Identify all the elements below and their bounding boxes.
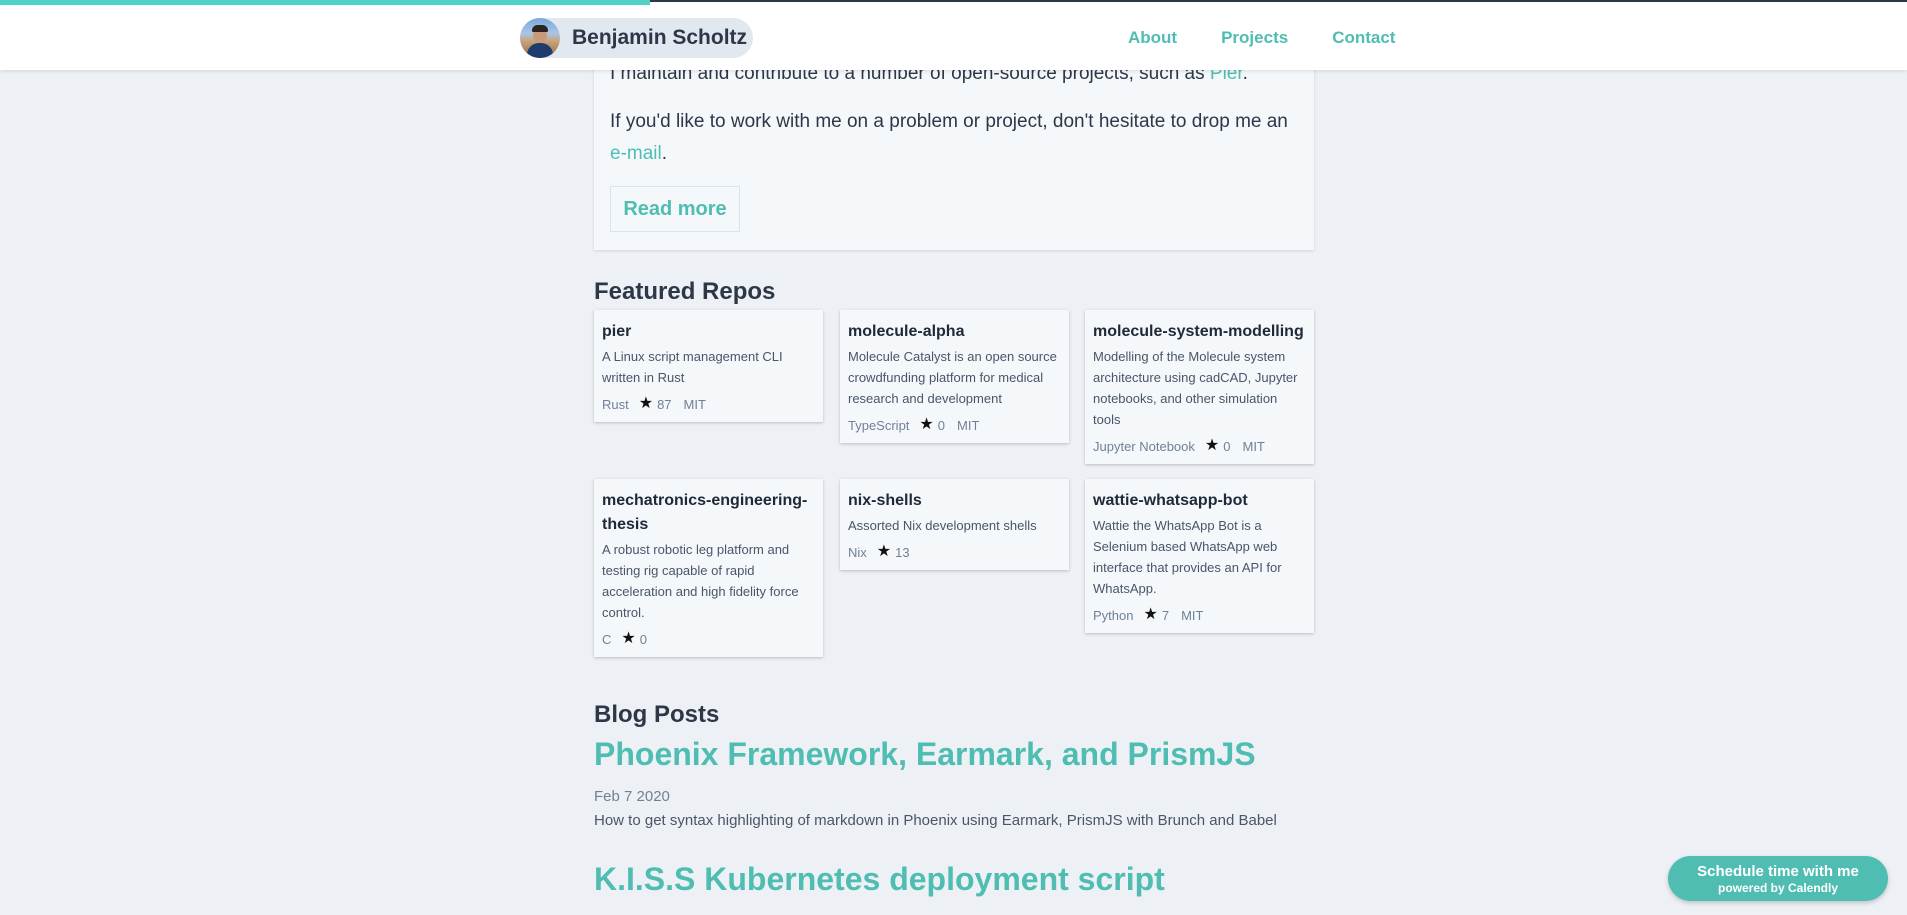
calendly-schedule-button[interactable]: Schedule time with me powered by Calendl… — [1668, 856, 1888, 901]
repo-name: molecule-system-modelling — [1093, 323, 1304, 340]
repo-card-pier[interactable]: pier A Linux script management CLI writt… — [594, 310, 823, 422]
brand-name: Benjamin Scholtz — [572, 26, 748, 49]
repo-language: TypeScript — [848, 417, 910, 433]
avatar — [520, 18, 560, 58]
repo-name: mechatronics-engineering-thesis — [602, 492, 808, 533]
star-icon: ★ — [638, 395, 654, 412]
read-more-button[interactable]: Read more — [610, 186, 740, 232]
repo-description: Wattie the WhatsApp Bot is a Selenium ba… — [1093, 518, 1282, 596]
scroll-progress-bar — [0, 0, 650, 5]
repo-card-mechatronics-engineering-thesis[interactable]: mechatronics-engineering-thesis A robust… — [594, 479, 823, 657]
star-icon: ★ — [1204, 437, 1220, 454]
email-link[interactable]: e-mail — [610, 143, 662, 164]
repo-stars: 87 — [657, 396, 672, 412]
repo-license: MIT — [1181, 607, 1204, 623]
repo-description: A Linux script management CLI written in… — [602, 349, 783, 385]
repo-language: Python — [1093, 607, 1134, 623]
repo-description: A robust robotic leg platform and testin… — [602, 542, 799, 620]
star-icon: ★ — [1143, 606, 1158, 623]
repo-description: Molecule Catalyst is an open source crow… — [848, 349, 1057, 406]
nav-links: About Projects Contact — [1128, 28, 1439, 48]
repo-card-nix-shells[interactable]: nix-shells Assorted Nix development shel… — [840, 479, 1069, 570]
nav-about-link[interactable]: About — [1128, 28, 1177, 48]
blog-post-title-link[interactable]: Phoenix Framework, Earmark, and PrismJS — [594, 736, 1256, 773]
star-icon: ★ — [876, 543, 892, 560]
repo-language: C — [602, 631, 612, 647]
repo-name: nix-shells — [848, 492, 922, 509]
repo-language: Nix — [848, 544, 867, 560]
calendly-sub-label: powered by Calendly — [1717, 881, 1839, 895]
repo-meta: Rust ★ 87 MIT — [602, 396, 815, 412]
calendly-main-label: Schedule time with me — [1697, 863, 1859, 880]
repo-name: wattie-whatsapp-bot — [1093, 492, 1248, 509]
repo-language: Jupyter Notebook — [1093, 438, 1195, 454]
repo-meta: C ★ 0 — [602, 631, 815, 647]
repo-card-molecule-system-modelling[interactable]: molecule-system-modelling Modelling of t… — [1085, 310, 1314, 464]
repo-meta: TypeScript ★ 0 MIT — [848, 417, 1061, 433]
star-icon: ★ — [919, 416, 934, 433]
repo-license: MIT — [683, 396, 706, 412]
repo-license: MIT — [1242, 438, 1265, 454]
featured-repos-heading: Featured Repos — [594, 278, 776, 305]
repo-name: pier — [602, 323, 632, 340]
about-contact-text: If you'd like to work with me on a probl… — [610, 111, 1288, 132]
repo-stars: 0 — [937, 417, 945, 433]
repo-stars: 0 — [1223, 438, 1231, 454]
repo-meta: Jupyter Notebook ★ 0 MIT — [1093, 438, 1306, 454]
repo-meta: Python ★ 7 MIT — [1093, 607, 1306, 623]
nav-projects-link[interactable]: Projects — [1221, 28, 1288, 48]
repo-description: Assorted Nix development shells — [848, 518, 1037, 533]
repo-card-wattie-whatsapp-bot[interactable]: wattie-whatsapp-bot Wattie the WhatsApp … — [1085, 479, 1314, 633]
about-paragraph-contact: If you'd like to work with me on a probl… — [610, 106, 1300, 170]
top-navigation-bar: Benjamin Scholtz About Projects Contact — [0, 2, 1907, 70]
repo-language: Rust — [602, 396, 629, 412]
repo-meta: Nix ★ 13 — [848, 544, 1061, 560]
repo-stars: 7 — [1161, 607, 1170, 623]
blog-post-description: How to get syntax highlighting of markdo… — [594, 812, 1277, 829]
brand-home-link[interactable]: Benjamin Scholtz — [520, 18, 753, 58]
star-icon: ★ — [621, 630, 636, 647]
repo-stars: 13 — [895, 544, 910, 560]
about-card: I maintain and contribute to a number of… — [594, 40, 1314, 250]
repo-name: molecule-alpha — [848, 323, 965, 340]
nav-contact-link[interactable]: Contact — [1332, 28, 1395, 48]
blog-post-title-link[interactable]: K.I.S.S Kubernetes deployment script — [594, 861, 1165, 898]
blog-post-date: Feb 7 2020 — [594, 788, 670, 805]
repo-license: MIT — [957, 417, 980, 433]
blog-posts-heading: Blog Posts — [594, 701, 720, 728]
repo-description: Modelling of the Molecule system archite… — [1093, 349, 1298, 427]
repo-stars: 0 — [639, 631, 647, 647]
about-contact-suffix: . — [661, 143, 668, 164]
repo-card-molecule-alpha[interactable]: molecule-alpha Molecule Catalyst is an o… — [840, 310, 1069, 443]
